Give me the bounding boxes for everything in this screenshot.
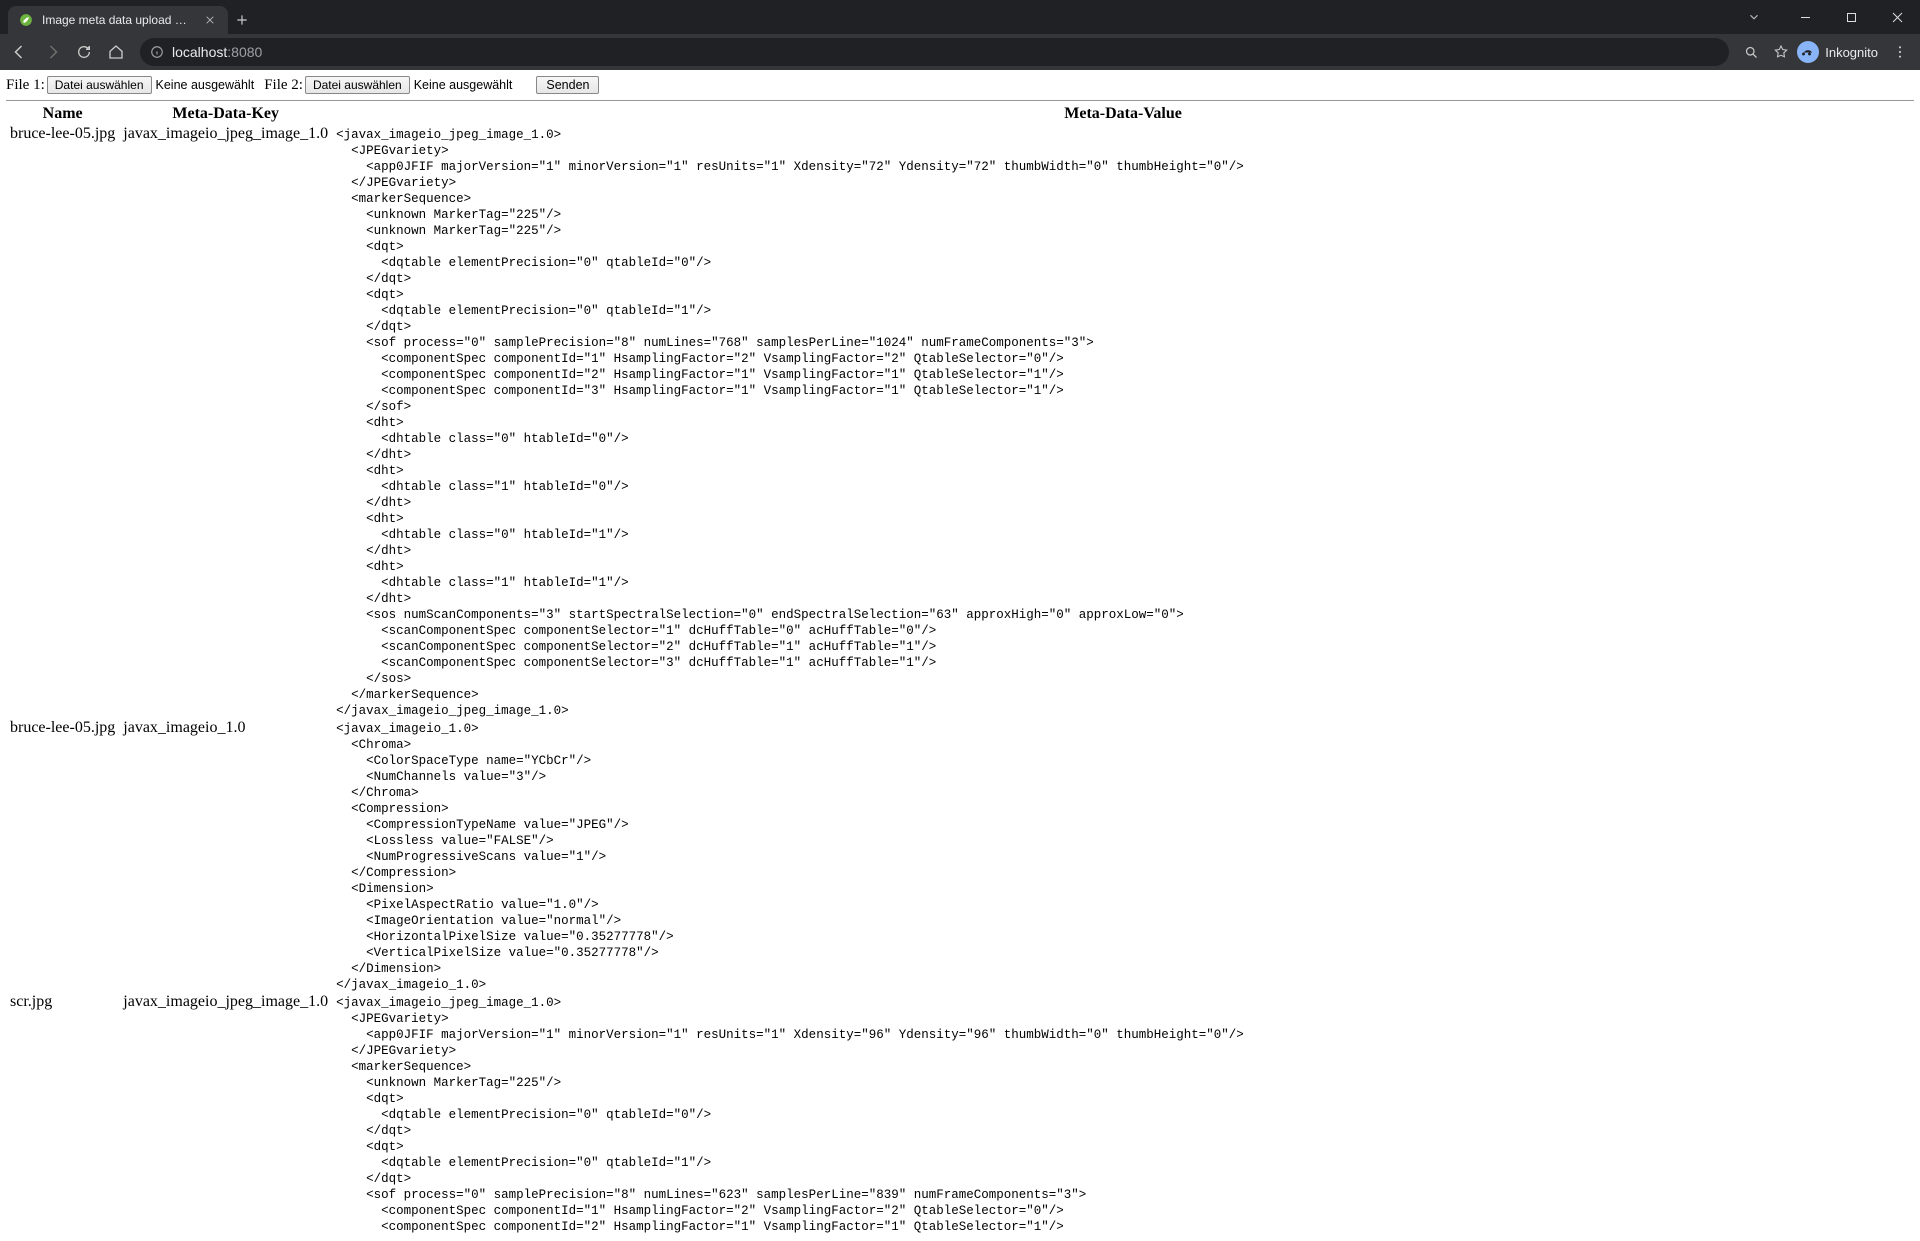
address-bar[interactable]: localhost:8080 [140, 38, 1729, 66]
cell-value: <javax_imageio_1.0> <Chroma> <ColorSpace… [332, 719, 1914, 993]
cell-value: <javax_imageio_jpeg_image_1.0> <JPEGvari… [332, 993, 1914, 1235]
file1-status: Keine ausgewählt [156, 78, 255, 92]
forward-button[interactable] [38, 38, 66, 66]
search-icon[interactable] [1737, 38, 1765, 66]
profile-label[interactable]: Inkognito [1825, 45, 1878, 60]
page-content: File 1: Datei auswählen Keine ausgewählt… [0, 70, 1920, 1241]
col-value-header: Meta-Data-Value [332, 103, 1914, 125]
spring-leaf-icon [18, 12, 34, 28]
browser-titlebar: Image meta data upload Exampl [0, 0, 1920, 34]
tab-search-icon[interactable] [1738, 10, 1770, 24]
window-maximize-button[interactable] [1828, 0, 1874, 34]
divider [6, 100, 1914, 101]
new-tab-button[interactable] [228, 6, 256, 34]
cell-name: bruce-lee-05.jpg [6, 719, 119, 993]
cell-name: bruce-lee-05.jpg [6, 125, 119, 719]
home-button[interactable] [102, 38, 130, 66]
col-name-header: Name [6, 103, 119, 125]
cell-name: scr.jpg [6, 993, 119, 1235]
cell-key: javax_imageio_1.0 [119, 719, 332, 993]
back-button[interactable] [6, 38, 34, 66]
browser-toolbar: localhost:8080 Inkognito [0, 34, 1920, 70]
col-key-header: Meta-Data-Key [119, 103, 332, 125]
file1-choose-button[interactable]: Datei auswählen [47, 76, 152, 94]
file2-choose-button[interactable]: Datei auswählen [305, 76, 410, 94]
incognito-avatar-icon[interactable] [1797, 41, 1819, 63]
file1-label: File 1: [6, 77, 45, 94]
tab-title: Image meta data upload Exampl [42, 13, 194, 27]
kebab-menu-icon[interactable] [1886, 38, 1914, 66]
table-row: bruce-lee-05.jpg javax_imageio_1.0 <java… [6, 719, 1914, 993]
upload-form: File 1: Datei auswählen Keine ausgewählt… [6, 76, 1914, 94]
url-domain: localhost [172, 44, 227, 60]
bookmark-star-icon[interactable] [1767, 38, 1795, 66]
cell-key: javax_imageio_jpeg_image_1.0 [119, 993, 332, 1235]
window-minimize-button[interactable] [1782, 0, 1828, 34]
file2-label: File 2: [264, 77, 303, 94]
table-header-row: Name Meta-Data-Key Meta-Data-Value [6, 103, 1914, 125]
site-info-icon[interactable] [150, 45, 164, 59]
window-close-button[interactable] [1874, 0, 1920, 34]
reload-button[interactable] [70, 38, 98, 66]
table-row: bruce-lee-05.jpg javax_imageio_jpeg_imag… [6, 125, 1914, 719]
metadata-table: Name Meta-Data-Key Meta-Data-Value bruce… [6, 103, 1914, 1235]
submit-button[interactable]: Senden [536, 76, 599, 94]
cell-key: javax_imageio_jpeg_image_1.0 [119, 125, 332, 719]
file2-status: Keine ausgewählt [414, 78, 513, 92]
url-port: :8080 [227, 44, 262, 60]
close-tab-icon[interactable] [202, 12, 218, 28]
table-row: scr.jpg javax_imageio_jpeg_image_1.0 <ja… [6, 993, 1914, 1235]
browser-tab[interactable]: Image meta data upload Exampl [8, 6, 228, 34]
cell-value: <javax_imageio_jpeg_image_1.0> <JPEGvari… [332, 125, 1914, 719]
